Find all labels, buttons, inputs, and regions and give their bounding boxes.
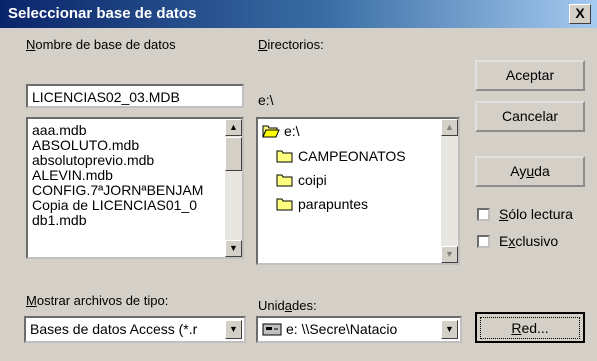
list-item[interactable]: coipi: [276, 172, 327, 190]
scroll-up-arrow-icon[interactable]: ▲: [225, 119, 242, 136]
list-item[interactable]: CONFIG.7ªJORNªBENJAM: [28, 183, 242, 198]
drives-label: Unidades:: [258, 298, 317, 313]
filetype-value: Bases de datos Access (*.r: [30, 321, 198, 337]
network-button[interactable]: Red...: [475, 312, 585, 343]
file-listbox[interactable]: aaa.mdb ABSOLUTO.mdb absolutoprevio.mdb …: [26, 117, 244, 259]
close-button[interactable]: X: [569, 4, 591, 24]
list-item[interactable]: Copia de LICENCIAS01_0: [28, 198, 242, 213]
db-name-label: Nombre de base de datos: [26, 37, 176, 52]
file-list-scrollbar[interactable]: ▲ ▼: [225, 119, 242, 257]
network-drive-icon: [262, 323, 282, 339]
scroll-up-arrow-icon[interactable]: ▲: [441, 119, 458, 136]
folder-icon: [276, 149, 294, 166]
drive-value: e: \\Secre\Natacio: [286, 321, 398, 337]
scroll-down-arrow-icon[interactable]: ▼: [441, 246, 458, 263]
list-item[interactable]: ALEVIN.mdb: [28, 168, 242, 183]
window-title: Seleccionar base de datos: [8, 5, 197, 22]
accept-button[interactable]: Aceptar: [475, 60, 585, 91]
list-item[interactable]: e:\: [262, 123, 300, 141]
help-button[interactable]: Ayuda: [475, 156, 585, 187]
list-item[interactable]: absolutoprevio.mdb: [28, 153, 242, 168]
list-item[interactable]: db1.mdb: [28, 213, 242, 228]
title-bar: Seleccionar base de datos X: [0, 0, 597, 28]
directory-listbox[interactable]: e:\ CAMPEONATOS coipi parapuntes ▲ ▼: [256, 117, 460, 265]
open-folder-icon: [262, 124, 280, 141]
list-item[interactable]: parapuntes: [276, 196, 368, 214]
network-button-label: Red...: [480, 317, 580, 339]
file-list: aaa.mdb ABSOLUTO.mdb absolutoprevio.mdb …: [28, 119, 242, 228]
filetype-combo[interactable]: Bases de datos Access (*.r ▼: [24, 316, 246, 343]
dropdown-arrow-icon[interactable]: ▼: [225, 320, 242, 339]
directories-label: Directorios:: [258, 37, 324, 52]
directory-scrollbar[interactable]: ▲ ▼: [441, 119, 458, 263]
drive-combo[interactable]: e: \\Secre\Natacio ▼: [256, 316, 462, 343]
list-item[interactable]: aaa.mdb: [28, 123, 242, 138]
folder-icon: [276, 197, 294, 214]
scroll-down-arrow-icon[interactable]: ▼: [225, 240, 242, 257]
exclusive-checkbox[interactable]: [477, 235, 490, 248]
list-item[interactable]: CAMPEONATOS: [276, 148, 406, 166]
current-directory: e:\: [258, 92, 274, 108]
list-item[interactable]: ABSOLUTO.mdb: [28, 138, 242, 153]
db-name-field[interactable]: LICENCIAS02_03.MDB: [26, 84, 244, 108]
dropdown-arrow-icon[interactable]: ▼: [441, 320, 458, 339]
cancel-button[interactable]: Cancelar: [475, 101, 585, 132]
folder-icon: [276, 173, 294, 190]
readonly-checkbox[interactable]: [477, 208, 490, 221]
filetype-label: Mostrar archivos de tipo:: [26, 293, 169, 308]
readonly-label[interactable]: Sólo lectura: [499, 206, 573, 222]
exclusive-label[interactable]: Exclusivo: [499, 233, 558, 249]
scroll-thumb[interactable]: [225, 137, 242, 171]
